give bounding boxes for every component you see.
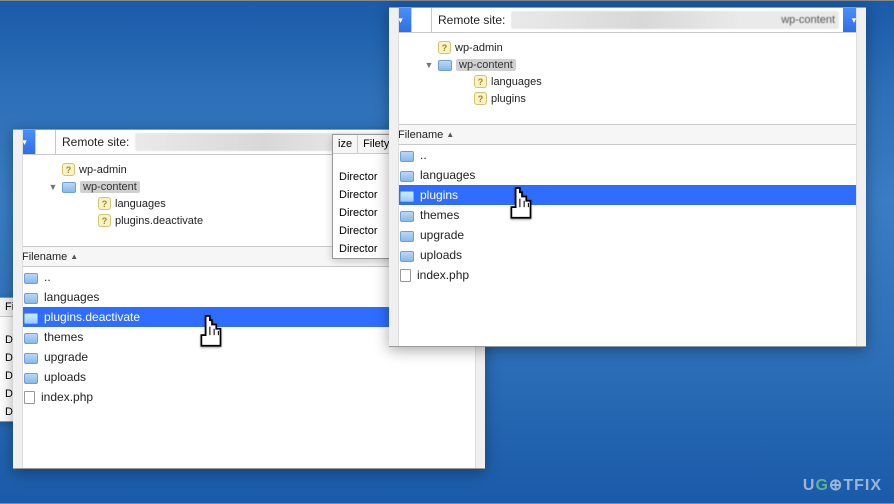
list-item-plugins[interactable]: plugins (390, 185, 865, 205)
list-item-label: plugins (420, 188, 458, 202)
tree-label: plugins (491, 93, 526, 105)
folder-icon (24, 273, 38, 284)
tree-label: languages (115, 198, 166, 210)
folder-icon (438, 60, 452, 71)
sort-asc-icon: ▲ (446, 130, 454, 139)
folder-icon (24, 353, 38, 364)
tree-label: languages (491, 76, 542, 88)
folder-icon (400, 171, 414, 182)
scrollbar[interactable] (856, 8, 866, 346)
folder-icon (24, 333, 38, 344)
list-item-themes[interactable]: themes (390, 205, 865, 225)
remote-path-suffix: wp-content (781, 14, 835, 26)
unknown-folder-icon: ? (98, 197, 111, 210)
tree-item-languages[interactable]: ? languages (400, 73, 861, 90)
list-item-languages[interactable]: languages (390, 165, 865, 185)
remote-tree[interactable]: ? wp-admin ▼ wp-content ? languages ? pl… (390, 33, 865, 125)
list-item-label: languages (420, 168, 475, 182)
list-item-label: index.php (41, 390, 93, 404)
list-item-upgrade[interactable]: upgrade (14, 347, 484, 367)
scrollbar[interactable] (389, 8, 399, 346)
list-item-label: themes (44, 330, 83, 344)
tree-label: wp-admin (455, 42, 503, 54)
remote-path-input[interactable]: wp-content (511, 11, 839, 29)
file-list[interactable]: .. languages plugins themes upgrade uplo… (390, 145, 865, 285)
unknown-folder-icon: ? (62, 163, 75, 176)
folder-icon (24, 293, 38, 304)
folder-icon (400, 251, 414, 262)
remote-site-label: Remote site: (432, 8, 511, 32)
tree-label: wp-content (80, 181, 140, 193)
folder-icon (24, 313, 38, 324)
list-item-uploads[interactable]: uploads (390, 245, 865, 265)
unknown-folder-icon: ? (474, 92, 487, 105)
tree-label: plugins.deactivate (115, 215, 203, 227)
remote-site-label: Remote site: (56, 130, 135, 154)
filename-column-header[interactable]: Filename ▲ (390, 129, 462, 141)
folder-icon (400, 231, 414, 242)
file-icon (400, 269, 411, 282)
list-item-label: themes (420, 208, 459, 222)
list-item-label: plugins.deactivate (44, 310, 140, 324)
tree-item-wp-admin[interactable]: ? wp-admin (400, 39, 861, 56)
unknown-folder-icon: ? (474, 75, 487, 88)
tree-label: wp-admin (79, 164, 127, 176)
tree-item-wp-content[interactable]: ▼ wp-content (400, 56, 861, 73)
tree-item-plugins[interactable]: ? plugins (400, 90, 861, 107)
folder-icon (24, 373, 38, 384)
size-column-header[interactable]: ize (333, 135, 358, 153)
list-item-upgrade[interactable]: upgrade (390, 225, 865, 245)
list-item-index-php[interactable]: index.php (390, 265, 865, 285)
list-item-parent[interactable]: .. (390, 145, 865, 165)
folder-icon (400, 211, 414, 222)
folder-icon (62, 182, 76, 193)
pointer-cursor-icon (195, 313, 229, 353)
disclosure-down-icon[interactable]: ▼ (48, 182, 58, 192)
list-item-uploads[interactable]: uploads (14, 367, 484, 387)
file-list-header[interactable]: Filename ▲ (390, 125, 865, 145)
ftp-window-right: ▾ Remote site: wp-content ▾ ? wp-admin ▼… (389, 7, 866, 347)
remote-site-bar: ▾ Remote site: wp-content ▾ (390, 8, 865, 33)
unknown-folder-icon: ? (438, 41, 451, 54)
disclosure-down-icon[interactable]: ▼ (424, 60, 434, 70)
sort-asc-icon: ▲ (70, 252, 78, 261)
list-item-index-php[interactable]: index.php (14, 387, 484, 407)
list-item-label: upgrade (420, 228, 464, 242)
filename-column-header[interactable]: Filename ▲ (14, 251, 86, 263)
watermark: UG⊕TFIX (803, 475, 882, 495)
list-item-label: index.php (417, 268, 469, 282)
scrollbar[interactable] (13, 130, 23, 468)
file-icon (24, 391, 35, 404)
tree-label: wp-content (456, 59, 516, 71)
folder-icon (400, 151, 414, 162)
list-item-label: upgrade (44, 350, 88, 364)
list-item-label: .. (420, 148, 427, 162)
list-item-label: uploads (420, 248, 462, 262)
list-item-label: uploads (44, 370, 86, 384)
folder-icon (400, 191, 414, 202)
list-item-label: .. (44, 270, 51, 284)
pointer-cursor-icon (505, 185, 539, 225)
list-item-label: languages (44, 290, 99, 304)
unknown-folder-icon: ? (98, 214, 111, 227)
